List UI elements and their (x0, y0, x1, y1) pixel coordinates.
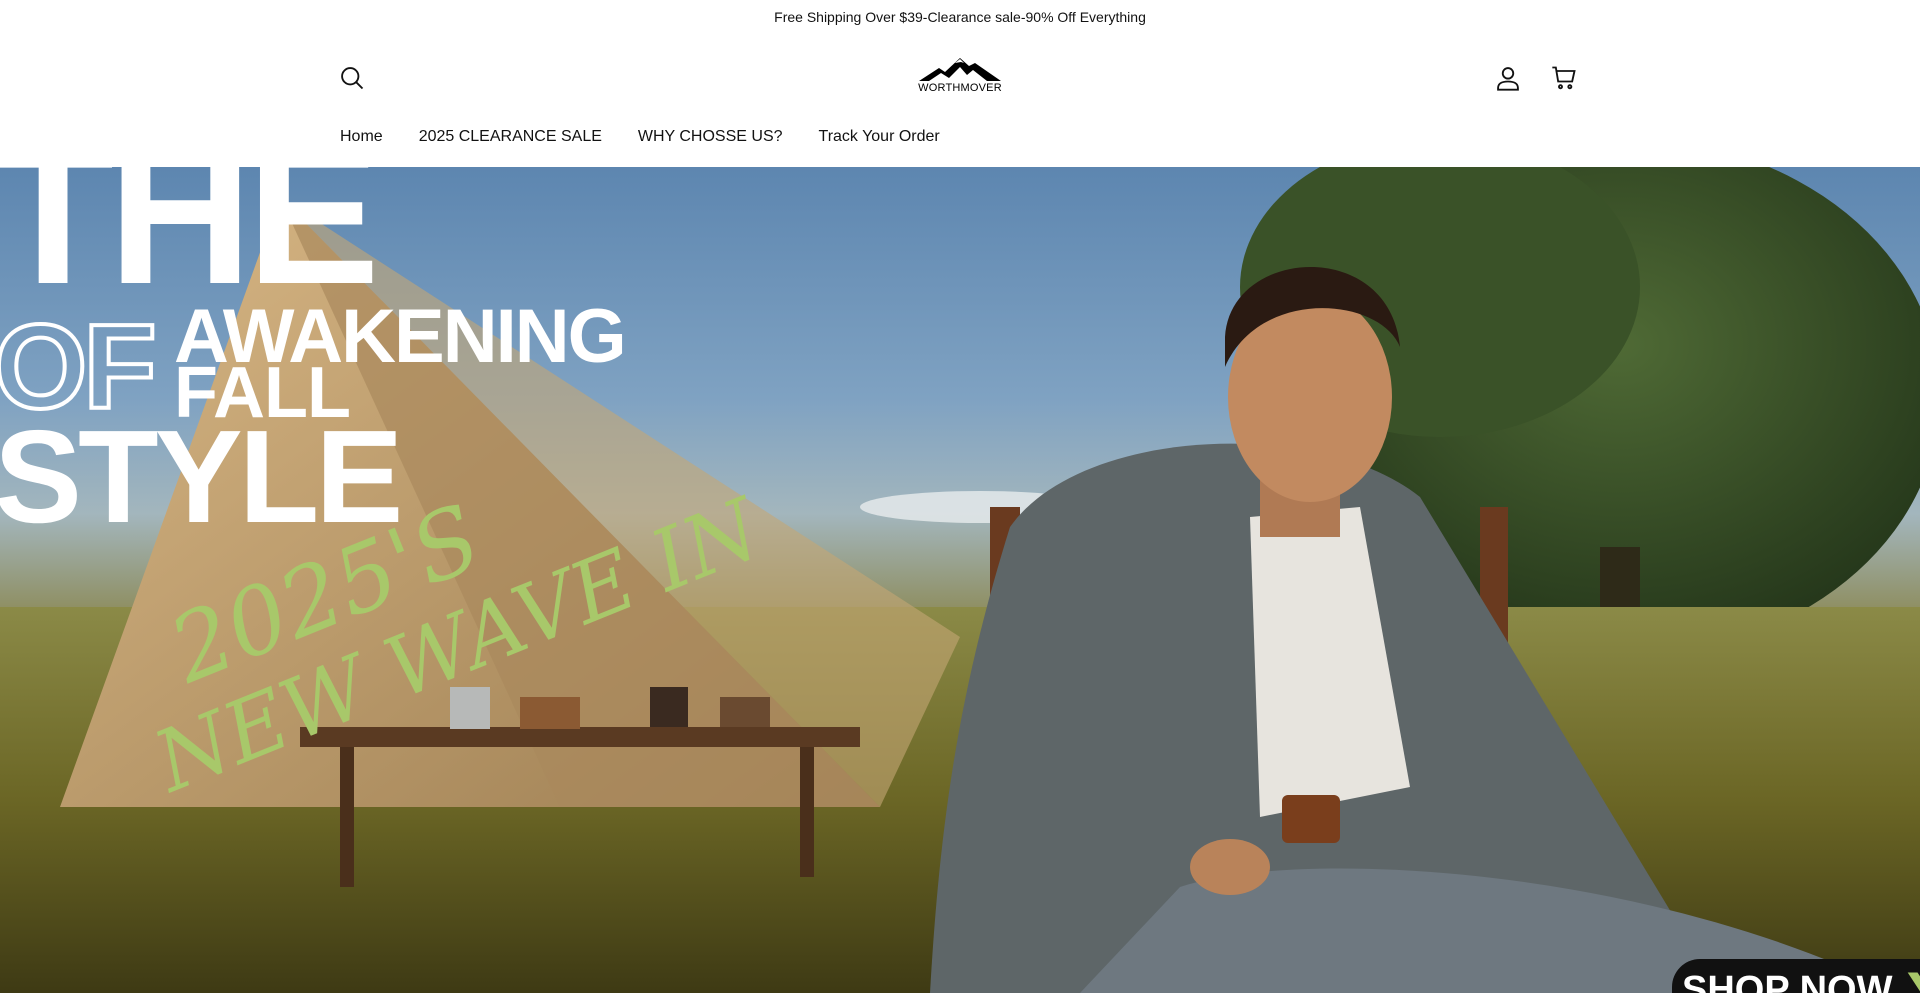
search-icon (341, 67, 364, 90)
mountain-logo-icon (919, 58, 1001, 81)
nav-item-home[interactable]: Home (340, 128, 383, 146)
chevron-right-icon: ❯ (1903, 969, 1920, 993)
nav-item-clearance-sale[interactable]: 2025 CLEARANCE SALE (419, 128, 602, 146)
announcement-text: Free Shipping Over $39-Clearance sale-90… (774, 9, 1146, 25)
nav-item-why-choose-us[interactable]: WHY CHOSSE US? (638, 128, 783, 146)
hero-banner[interactable]: THE OF AWAKENING FALL STYLE 2025'S NEW W… (0, 167, 1920, 993)
hero-headline-style: STYLE (0, 403, 403, 550)
shop-now-button[interactable]: SHOP NOW ❯ (1672, 959, 1920, 993)
account-button[interactable] (1490, 60, 1526, 96)
cart-icon (1552, 66, 1576, 90)
nav-item-track-order[interactable]: Track Your Order (819, 128, 940, 146)
search-button[interactable] (334, 60, 370, 96)
logo-text: WORTHMOVER (918, 82, 1002, 94)
site-header: WORTHMOVER Home 2025 CLEARANCE SALE WHY … (0, 34, 1920, 167)
cart-button[interactable] (1546, 60, 1582, 96)
main-nav: Home 2025 CLEARANCE SALE WHY CHOSSE US? … (340, 128, 940, 146)
account-icon (1497, 67, 1519, 91)
site-logo[interactable]: WORTHMOVER (912, 54, 1008, 102)
shop-now-label: SHOP NOW (1682, 969, 1893, 993)
hero-headline-the: THE (0, 167, 380, 326)
announcement-bar: Free Shipping Over $39-Clearance sale-90… (0, 0, 1920, 34)
